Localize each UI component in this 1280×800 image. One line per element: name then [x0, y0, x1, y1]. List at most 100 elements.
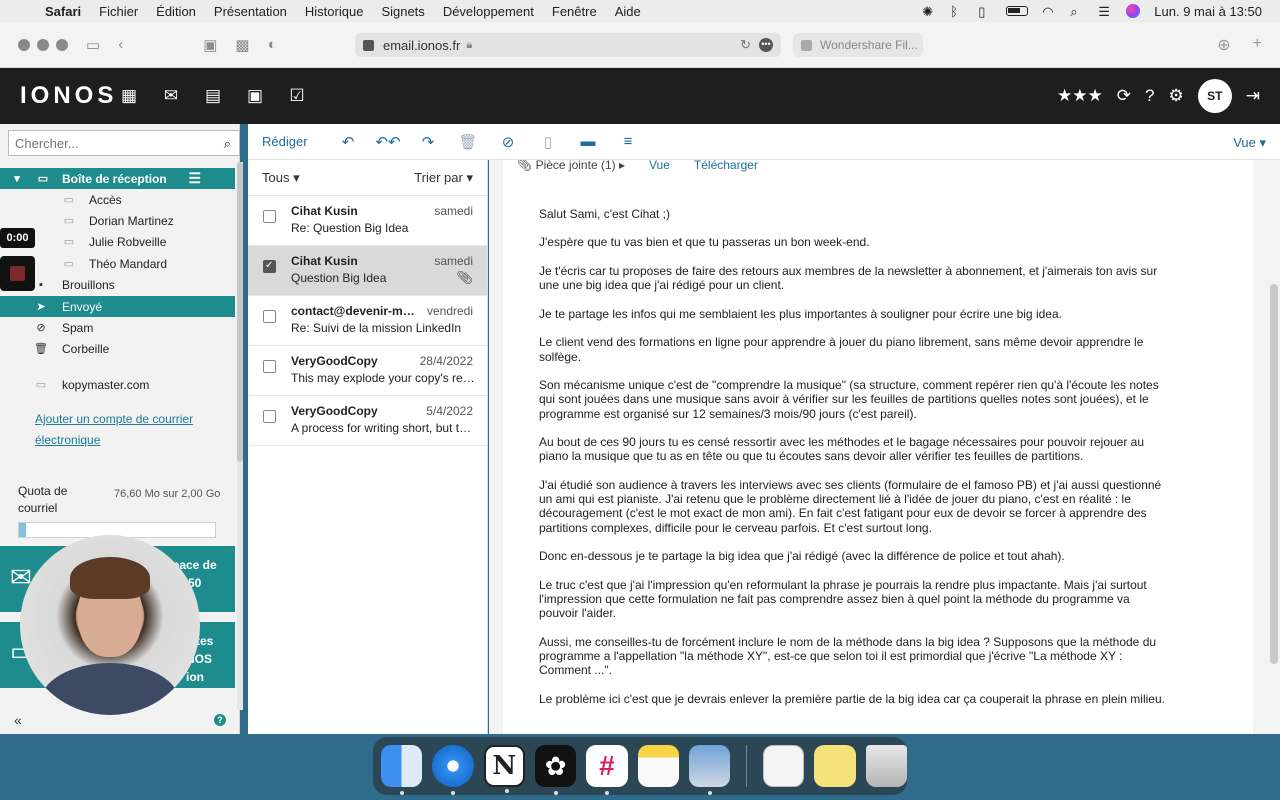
more-icon[interactable]: •••: [759, 38, 773, 52]
message-checkbox[interactable]: [263, 210, 276, 223]
menu-view[interactable]: Présentation: [205, 4, 296, 19]
folder-drafts[interactable]: ▪ Brouillons: [0, 274, 235, 295]
help-circle-icon[interactable]: ?: [214, 714, 226, 726]
message-row[interactable]: Cihat Kusin samedi Re: Question Big Idea: [248, 196, 487, 246]
menu-develop[interactable]: Développement: [434, 4, 543, 19]
privacy-shield-icon[interactable]: ◐: [268, 36, 277, 53]
safari-icon[interactable]: [432, 745, 474, 795]
address-bar[interactable]: email.ionos.fr 🔒︎ ↻ •••: [355, 33, 781, 57]
rating-stars-icon[interactable]: ★★★: [1057, 86, 1103, 106]
notes-icon[interactable]: [637, 745, 679, 787]
tasks-icon[interactable]: ☑: [276, 86, 318, 106]
folder-inbox[interactable]: ▾ ▭ Boîte de réception ☰: [0, 168, 235, 189]
minimize-window-button[interactable]: [37, 38, 49, 51]
notion-icon[interactable]: N: [483, 745, 525, 793]
collapse-sidebar-icon[interactable]: «: [14, 712, 22, 728]
more-actions-icon[interactable]: ≡: [608, 133, 648, 150]
message-checkbox[interactable]: [263, 360, 276, 373]
sidebar-toggle-icon[interactable]: ▭: [86, 36, 100, 54]
folder-sent[interactable]: ➤ Envoyé: [0, 296, 235, 317]
refresh-icon[interactable]: ⟳: [1117, 86, 1131, 106]
control-center-icon[interactable]: ☰: [1098, 4, 1112, 19]
folder-acces[interactable]: ▭ Accès: [0, 189, 235, 210]
sidebar-scrollbar[interactable]: [237, 162, 243, 710]
message-checkbox[interactable]: [263, 310, 276, 323]
menu-edit[interactable]: Édition: [147, 4, 205, 19]
wifi-icon[interactable]: ◠: [1042, 4, 1056, 19]
reload-icon[interactable]: ↻: [740, 37, 751, 53]
apps-grid-icon[interactable]: ▦: [108, 86, 150, 106]
folder-theo-mandard[interactable]: ▭ Théo Mandard: [0, 253, 235, 274]
message-row[interactable]: VeryGoodCopy 5/4/2022 A process for writ…: [248, 396, 487, 446]
sidebar-scroll-thumb[interactable]: [237, 162, 243, 462]
message-checkbox[interactable]: [263, 410, 276, 423]
expand-caret-icon[interactable]: ▾: [10, 172, 24, 185]
delete-icon[interactable]: 🗑︎: [448, 133, 488, 151]
preview-icon[interactable]: [688, 745, 731, 795]
contacts-icon[interactable]: ▣: [234, 86, 276, 106]
phone-icon[interactable]: ▯: [978, 4, 992, 19]
gear-status-icon[interactable]: ✺: [922, 4, 936, 19]
archive-icon[interactable]: ▬: [568, 133, 608, 150]
folder-julie-robveille[interactable]: ▭ Julie Robveille: [0, 231, 235, 252]
trash-bin-icon[interactable]: [865, 745, 908, 787]
filter-dropdown[interactable]: Tous ▾: [262, 170, 300, 186]
forward-icon[interactable]: ↷: [408, 133, 448, 151]
view-attachment-link[interactable]: Vue: [649, 160, 670, 172]
menu-window[interactable]: Fenêtre: [543, 4, 606, 19]
folder-menu-icon[interactable]: ☰: [188, 170, 201, 187]
back-icon[interactable]: ‹: [118, 36, 123, 53]
compose-button[interactable]: Rédiger: [248, 134, 328, 149]
notion-extension-icon[interactable]: ▣: [203, 36, 217, 54]
settings-gear-icon[interactable]: ⚙: [1169, 86, 1184, 106]
message-row-selected[interactable]: Cihat Kusin samedi Question Big Idea 📎︎: [248, 246, 487, 296]
search-icon[interactable]: ⌕: [224, 136, 231, 152]
menubar-clock[interactable]: Lun. 9 mai à 13:50: [1154, 4, 1262, 19]
ionos-logo[interactable]: IONOS: [0, 82, 113, 110]
download-attachment-link[interactable]: Télécharger: [694, 160, 758, 172]
battery-icon[interactable]: [1006, 6, 1029, 16]
folder-dorian-martinez[interactable]: ▭ Dorian Martinez: [0, 210, 235, 231]
folder-spam[interactable]: ⊘ Spam: [0, 317, 235, 338]
slack-icon[interactable]: #: [586, 745, 628, 795]
menu-history[interactable]: Historique: [296, 4, 373, 19]
reply-all-icon[interactable]: ↶↶: [368, 133, 408, 151]
menu-help[interactable]: Aide: [606, 4, 650, 19]
siri-icon[interactable]: [1126, 4, 1141, 18]
chatgpt-icon[interactable]: ✿: [534, 745, 577, 795]
attachment-toggle[interactable]: 📎︎ Pièce jointe (1) ▸: [517, 160, 625, 172]
view-menu-button[interactable]: Vue ▾: [1233, 135, 1266, 151]
new-tab-icon[interactable]: +: [1253, 35, 1262, 55]
browser-tab[interactable]: Wondershare Fil...: [793, 33, 923, 57]
folder-trash[interactable]: 🗑︎ Corbeille: [0, 338, 235, 359]
bookmark-icon[interactable]: ▯: [528, 133, 568, 151]
mail-icon[interactable]: ✉: [150, 86, 192, 106]
help-icon[interactable]: ?: [1145, 86, 1154, 106]
search-input[interactable]: [15, 135, 205, 151]
menu-file[interactable]: Fichier: [90, 4, 147, 19]
folder-external-account[interactable]: ▭ kopymaster.com: [0, 374, 235, 395]
add-mail-account-link[interactable]: Ajouter un compte de courrier électroniq…: [35, 409, 215, 451]
message-checkbox[interactable]: [263, 260, 276, 273]
spotlight-search-icon[interactable]: ⌕: [1070, 4, 1084, 19]
menu-app-name[interactable]: Safari: [36, 4, 90, 19]
stop-recording-button[interactable]: [0, 256, 35, 291]
reading-pane-scrollbar[interactable]: [1270, 284, 1278, 664]
finder-icon[interactable]: [381, 745, 423, 795]
extension-icon[interactable]: ▩: [235, 36, 249, 54]
logout-icon[interactable]: ⇥: [1246, 86, 1260, 106]
downloads-icon[interactable]: ⊕: [1217, 35, 1230, 55]
bluetooth-icon[interactable]: ᛒ: [950, 4, 964, 19]
stickies-icon[interactable]: [814, 745, 856, 787]
spam-block-icon[interactable]: ⊘: [488, 133, 528, 151]
close-window-button[interactable]: [18, 38, 30, 51]
document-thumbnail-icon[interactable]: [763, 745, 805, 787]
message-row[interactable]: contact@devenir-mei... vendredi Re: Suiv…: [248, 296, 487, 346]
sort-dropdown[interactable]: Trier par ▾: [414, 170, 473, 186]
zoom-window-button[interactable]: [56, 38, 68, 51]
user-avatar[interactable]: ST: [1197, 79, 1232, 113]
reply-icon[interactable]: ↶: [328, 133, 368, 151]
menu-bookmarks[interactable]: Signets: [372, 4, 433, 19]
calendar-icon[interactable]: ▤: [192, 86, 234, 106]
message-row[interactable]: VeryGoodCopy 28/4/2022 This may explode …: [248, 346, 487, 396]
